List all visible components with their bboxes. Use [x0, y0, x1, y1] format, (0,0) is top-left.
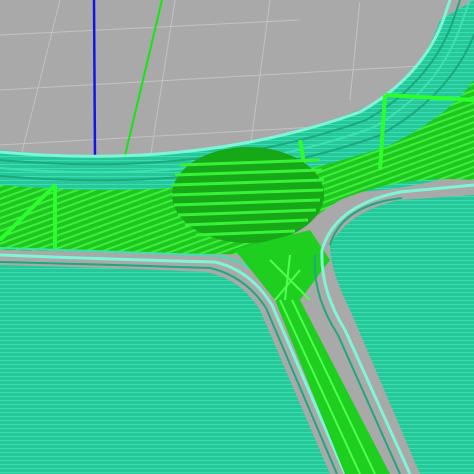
z-axis-line — [92, 0, 97, 161]
circular-infill-patch — [171, 147, 325, 243]
print-layer-scene[interactable] — [0, 0, 474, 474]
gcode-preview-viewport[interactable] — [0, 0, 474, 474]
